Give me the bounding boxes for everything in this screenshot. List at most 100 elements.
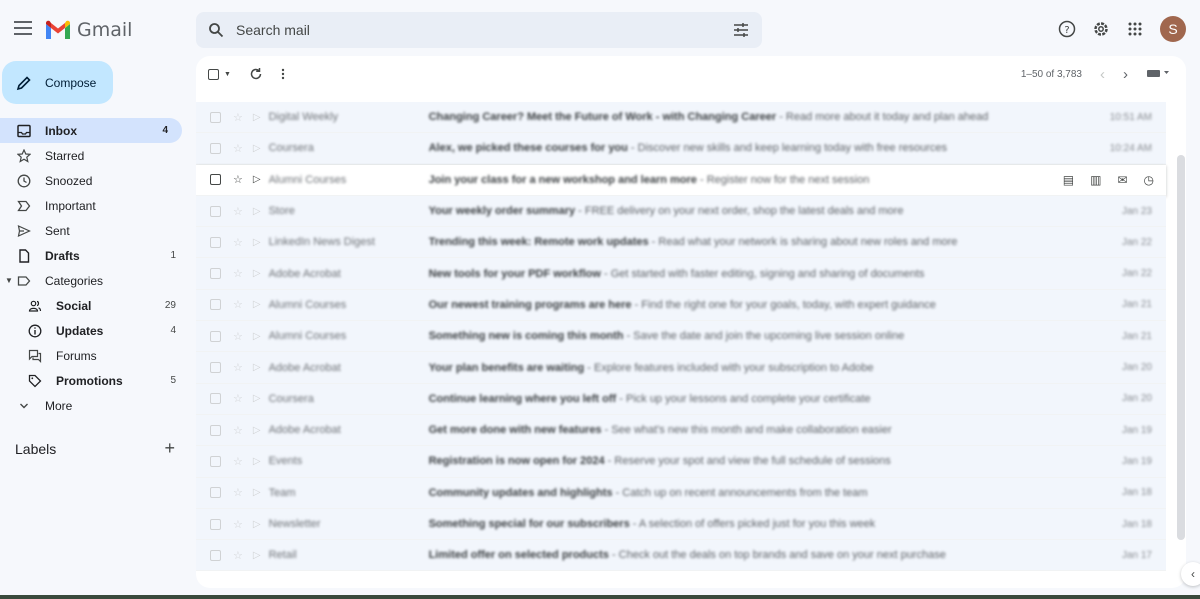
- account-avatar[interactable]: S: [1160, 16, 1186, 42]
- important-marker-icon[interactable]: ▷: [253, 237, 261, 248]
- important-marker-icon[interactable]: ▷: [253, 143, 261, 154]
- sidebar-item-social[interactable]: Social 29: [0, 293, 190, 318]
- star-icon[interactable]: ☆: [233, 267, 243, 280]
- mail-list-scrollbar[interactable]: [1177, 155, 1185, 540]
- compose-button[interactable]: Compose: [2, 61, 113, 104]
- expand-arrow-icon[interactable]: ▼: [5, 276, 15, 285]
- sidebar-item-snoozed[interactable]: Snoozed: [0, 168, 190, 193]
- row-checkbox[interactable]: [210, 299, 221, 311]
- email-row[interactable]: ☆ ▷ Newsletter Something special for our…: [196, 508, 1166, 541]
- search-bar[interactable]: [196, 12, 762, 48]
- star-icon[interactable]: ☆: [233, 455, 243, 468]
- help-icon[interactable]: ?: [1056, 18, 1078, 40]
- delete-icon[interactable]: ▥: [1090, 173, 1101, 187]
- important-marker-icon[interactable]: ▷: [253, 112, 261, 123]
- row-checkbox[interactable]: [210, 205, 221, 217]
- star-icon[interactable]: ☆: [233, 424, 243, 437]
- row-checkbox[interactable]: [210, 268, 221, 280]
- row-checkbox[interactable]: [210, 111, 221, 123]
- newer-page-icon[interactable]: ‹: [1100, 66, 1105, 83]
- star-icon[interactable]: ☆: [233, 173, 243, 186]
- important-marker-icon[interactable]: ▷: [253, 362, 261, 373]
- important-marker-icon[interactable]: ▷: [253, 425, 261, 436]
- important-marker-icon[interactable]: ▷: [253, 550, 261, 561]
- star-icon[interactable]: ☆: [233, 236, 243, 249]
- email-row[interactable]: ☆ ▷ Store Your weekly order summary - FR…: [196, 195, 1166, 228]
- search-icon[interactable]: [196, 22, 236, 38]
- sidebar-item-updates[interactable]: Updates 4: [0, 318, 190, 343]
- sidebar-item-promotions[interactable]: Promotions 5: [0, 368, 190, 393]
- row-checkbox[interactable]: [210, 142, 221, 154]
- sidebar-item-more[interactable]: More: [0, 393, 190, 418]
- email-row[interactable]: ☆ ▷ Coursera Continue learning where you…: [196, 383, 1166, 415]
- email-row[interactable]: ☆ ▷ Retail Limited offer on selected pro…: [196, 540, 1166, 572]
- select-dropdown-icon[interactable]: ▼: [224, 71, 231, 78]
- search-input[interactable]: [236, 22, 720, 38]
- side-panel-toggle-icon[interactable]: ‹: [1181, 562, 1200, 586]
- row-checkbox[interactable]: [210, 487, 221, 499]
- star-icon[interactable]: ☆: [233, 205, 243, 218]
- row-checkbox[interactable]: [210, 549, 221, 561]
- sidebar-item-starred[interactable]: Starred: [0, 143, 190, 168]
- row-checkbox[interactable]: [210, 393, 221, 405]
- row-checkbox[interactable]: [210, 518, 221, 530]
- star-icon[interactable]: ☆: [233, 486, 243, 499]
- sidebar-item-sent[interactable]: Sent: [0, 218, 190, 243]
- email-row[interactable]: ☆ ▷ Events Registration is now open for …: [196, 446, 1166, 478]
- sidebar-item-important[interactable]: Important: [0, 193, 190, 218]
- important-marker-icon[interactable]: ▷: [253, 174, 261, 185]
- important-marker-icon[interactable]: ▷: [253, 393, 261, 404]
- email-row[interactable]: ☆ ▷ Adobe Acrobat Your plan benefits are…: [196, 352, 1166, 384]
- input-tools-icon[interactable]: [1146, 68, 1170, 81]
- star-icon[interactable]: ☆: [233, 518, 243, 531]
- mark-read-icon[interactable]: ✉: [1117, 173, 1127, 187]
- email-row[interactable]: ☆ ▷ Alumni Courses Our newest training p…: [196, 289, 1166, 322]
- star-icon[interactable]: ☆: [233, 330, 243, 343]
- star-icon[interactable]: ☆: [233, 392, 243, 405]
- star-icon[interactable]: ☆: [233, 142, 243, 155]
- row-checkbox[interactable]: [210, 362, 221, 374]
- email-row[interactable]: ☆ ▷ LinkedIn News Digest Trending this w…: [196, 227, 1166, 259]
- row-checkbox[interactable]: [210, 424, 221, 436]
- important-marker-icon[interactable]: ▷: [253, 331, 261, 342]
- email-sender: Alumni Courses: [268, 298, 347, 311]
- sidebar-item-inbox[interactable]: Inbox 4: [0, 118, 182, 143]
- older-page-icon[interactable]: ›: [1123, 66, 1128, 83]
- archive-icon[interactable]: ▤: [1063, 173, 1074, 187]
- gmail-logo[interactable]: Gmail: [45, 18, 132, 42]
- email-row[interactable]: ☆ ▷ Team Community updates and highlight…: [196, 477, 1166, 509]
- sidebar-item-forums[interactable]: Forums: [0, 343, 190, 368]
- email-row[interactable]: ☆ ▷ Coursera Alex, we picked these cours…: [196, 133, 1166, 165]
- star-icon[interactable]: ☆: [233, 111, 243, 124]
- search-options-icon[interactable]: [720, 22, 762, 38]
- email-row[interactable]: ☆ ▷ Adobe Acrobat New tools for your PDF…: [196, 258, 1166, 290]
- important-marker-icon[interactable]: ▷: [253, 519, 261, 530]
- main-menu-button[interactable]: [12, 18, 34, 40]
- star-icon[interactable]: ☆: [233, 361, 243, 374]
- settings-gear-icon[interactable]: [1090, 18, 1112, 40]
- more-options-icon[interactable]: [281, 68, 285, 80]
- email-row[interactable]: ☆ ▷ Adobe Acrobat Get more done with new…: [196, 414, 1166, 447]
- important-marker-icon[interactable]: ▷: [253, 299, 261, 310]
- select-all-checkbox[interactable]: ▼: [208, 68, 231, 80]
- email-row[interactable]: ☆ ▷ Digital Weekly Changing Career? Meet…: [196, 102, 1166, 134]
- pencil-icon: [16, 75, 31, 90]
- important-marker-icon[interactable]: ▷: [253, 206, 261, 217]
- star-icon[interactable]: ☆: [233, 298, 243, 311]
- row-checkbox[interactable]: [210, 236, 221, 248]
- row-checkbox[interactable]: [210, 174, 221, 186]
- apps-grid-icon[interactable]: [1124, 18, 1146, 40]
- important-marker-icon[interactable]: ▷: [253, 456, 261, 467]
- snooze-icon[interactable]: ◷: [1144, 173, 1154, 187]
- row-checkbox[interactable]: [210, 455, 221, 467]
- add-label-icon[interactable]: +: [164, 438, 175, 459]
- star-icon[interactable]: ☆: [233, 549, 243, 562]
- important-marker-icon[interactable]: ▷: [253, 268, 261, 279]
- sidebar-item-drafts[interactable]: Drafts 1: [0, 243, 190, 268]
- important-marker-icon[interactable]: ▷: [253, 487, 261, 498]
- refresh-icon[interactable]: [249, 67, 263, 81]
- email-row[interactable]: ☆ ▷ Alumni Courses Join your class for a…: [196, 164, 1166, 196]
- sidebar-item-categories[interactable]: ▼ Categories: [0, 268, 190, 293]
- email-row[interactable]: ☆ ▷ Alumni Courses Something new is comi…: [196, 321, 1166, 353]
- row-checkbox[interactable]: [210, 330, 221, 342]
